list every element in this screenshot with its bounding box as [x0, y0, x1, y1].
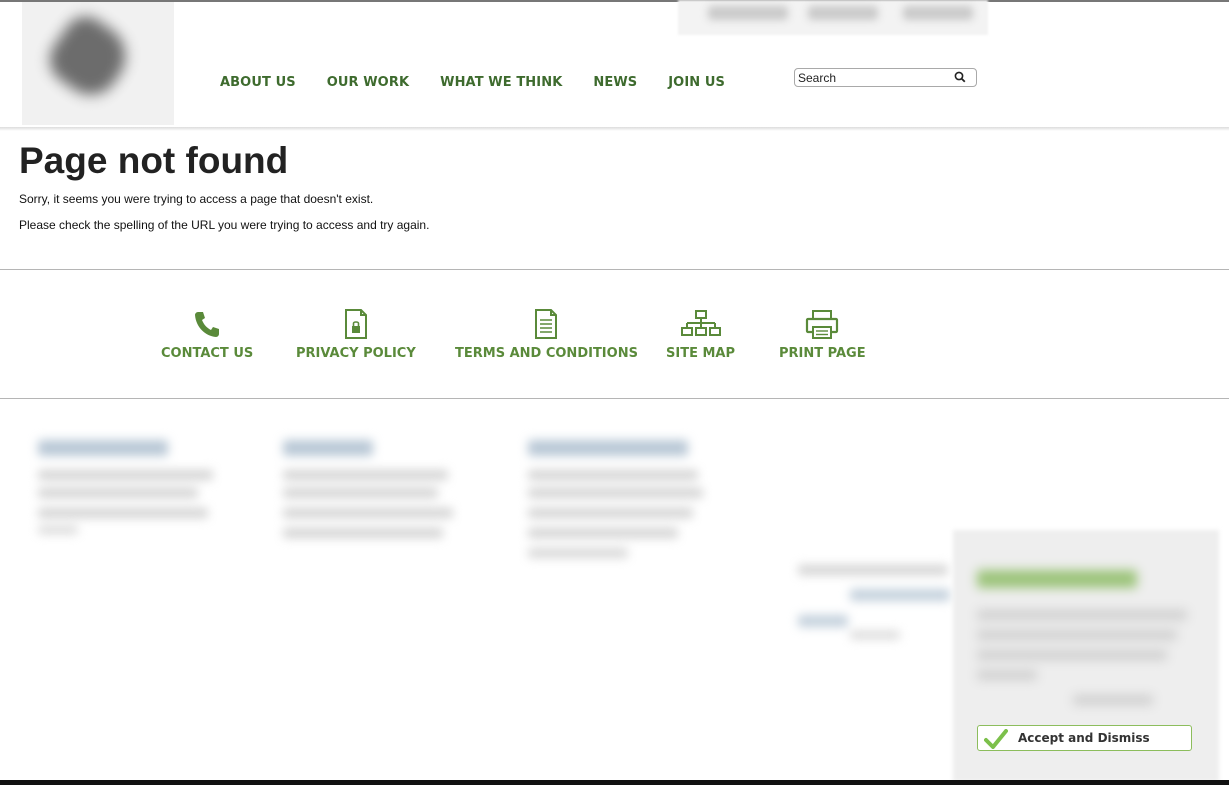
- nav-join-us[interactable]: JOIN US: [668, 75, 725, 90]
- divider: [0, 269, 1229, 270]
- footer-link-label: PRIVACY POLICY: [296, 346, 416, 361]
- footer-link-site-map[interactable]: SITE MAP: [666, 308, 735, 361]
- footer-link-print-page[interactable]: PRINT PAGE: [779, 308, 866, 361]
- logo-mark: [40, 8, 138, 106]
- top-border: [0, 0, 1229, 2]
- bottom-border: [0, 780, 1229, 785]
- footer-link-label: SITE MAP: [666, 346, 735, 361]
- footer-link-label: CONTACT US: [161, 346, 254, 361]
- nav-what-we-think[interactable]: WHAT WE THINK: [440, 75, 562, 90]
- nav-news[interactable]: NEWS: [593, 75, 637, 90]
- footer-link-contact-us[interactable]: CONTACT US: [161, 308, 253, 361]
- sitemap-icon: [680, 310, 721, 336]
- footer-link-privacy-policy[interactable]: PRIVACY POLICY: [296, 308, 416, 361]
- printer-icon: [806, 310, 839, 339]
- footer-column-blurred: [275, 430, 475, 550]
- phone-icon: [195, 312, 220, 337]
- header-divider: [0, 127, 1229, 131]
- accept-button-label: Accept and Dismiss: [1018, 731, 1150, 745]
- page-title: Page not found: [19, 140, 289, 181]
- footer-link-label: PRINT PAGE: [779, 346, 866, 361]
- search-input[interactable]: [798, 70, 948, 85]
- document-icon: [535, 309, 558, 339]
- footer-link-terms-and-conditions[interactable]: TERMS AND CONDITIONS: [455, 308, 638, 361]
- error-hint: Please check the spelling of the URL you…: [19, 218, 430, 232]
- divider: [0, 398, 1229, 399]
- footer-link-label: TERMS AND CONDITIONS: [455, 346, 638, 361]
- footer-links: CONTACT US PRIVACY POLICY TERMS AND COND…: [0, 308, 1229, 368]
- search-icon[interactable]: [954, 71, 966, 83]
- main-nav: ABOUT US OUR WORK WHAT WE THINK NEWS JOI…: [220, 75, 725, 90]
- footer-contact-blurred: [790, 555, 960, 645]
- error-message: Sorry, it seems you were trying to acces…: [19, 192, 374, 206]
- footer-column-blurred: [30, 430, 230, 540]
- site-logo[interactable]: [22, 2, 174, 125]
- nav-about-us[interactable]: ABOUT US: [220, 75, 296, 90]
- accept-and-dismiss-button[interactable]: Accept and Dismiss: [977, 725, 1192, 751]
- utility-links-blurred: [678, 0, 988, 35]
- lock-document-icon: [344, 309, 367, 339]
- nav-our-work[interactable]: OUR WORK: [327, 75, 409, 90]
- footer-column-blurred: [520, 430, 720, 570]
- checkmark-icon: [984, 729, 1008, 749]
- search-box: [794, 68, 977, 87]
